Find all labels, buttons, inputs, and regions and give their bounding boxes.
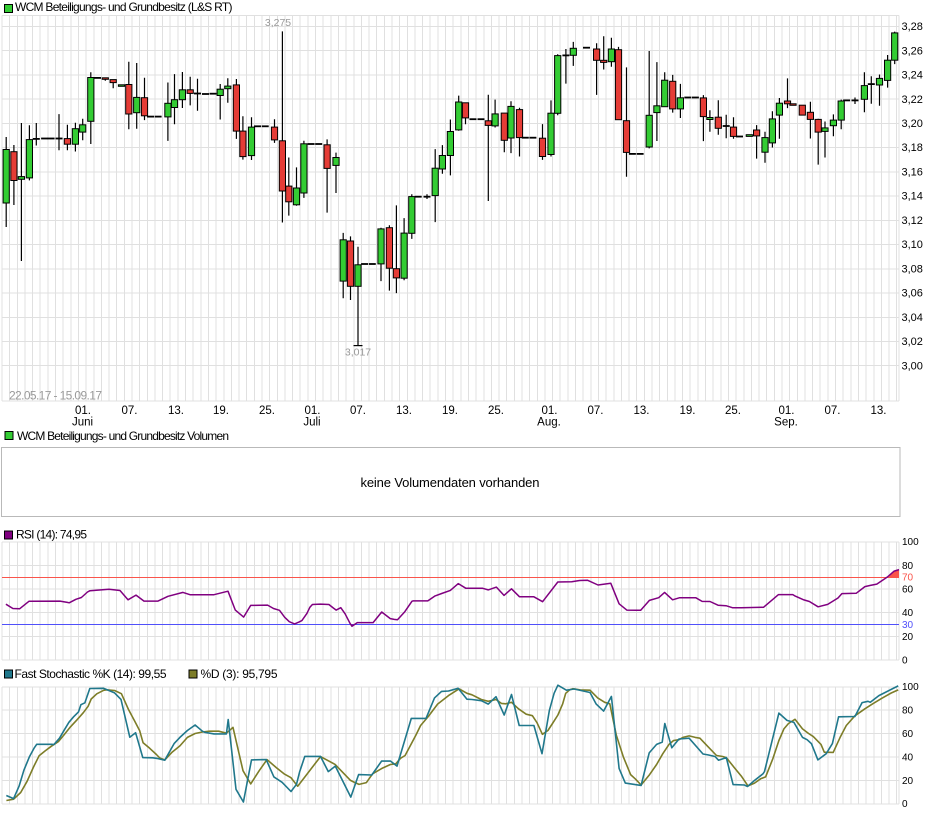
svg-text:3,02: 3,02 <box>902 336 923 348</box>
svg-text:20: 20 <box>902 776 914 787</box>
svg-text:13.: 13. <box>396 405 412 417</box>
svg-text:60: 60 <box>902 585 914 596</box>
svg-text:3,08: 3,08 <box>902 263 923 275</box>
svg-text:07.: 07. <box>122 405 138 417</box>
svg-text:Juni: Juni <box>72 417 93 429</box>
svg-text:Fast Stochastic %K (14): 99,55: Fast Stochastic %K (14): 99,55 <box>15 667 167 681</box>
svg-text:WCM Beteiligungs- und Grundbes: WCM Beteiligungs- und Grundbesitz (L&S R… <box>15 0 233 14</box>
svg-text:3,28: 3,28 <box>902 21 923 33</box>
svg-text:25.: 25. <box>488 405 504 417</box>
svg-text:19.: 19. <box>213 405 229 417</box>
svg-text:3,017: 3,017 <box>345 347 371 359</box>
svg-text:3,275: 3,275 <box>265 17 291 29</box>
svg-text:07.: 07. <box>588 405 604 417</box>
svg-text:%D (3): 95,795: %D (3): 95,795 <box>201 667 278 681</box>
svg-text:3,00: 3,00 <box>902 360 923 372</box>
svg-text:13.: 13. <box>168 405 184 417</box>
svg-text:3,06: 3,06 <box>902 288 923 300</box>
svg-text:100: 100 <box>902 537 919 548</box>
svg-text:60: 60 <box>902 729 914 740</box>
svg-text:3,22: 3,22 <box>902 94 923 106</box>
svg-text:Sep.: Sep. <box>774 417 798 429</box>
svg-text:25.: 25. <box>725 405 741 417</box>
svg-text:01.: 01. <box>305 405 321 417</box>
svg-text:keine Volumendaten vorhanden: keine Volumendaten vorhanden <box>361 475 540 490</box>
svg-text:01.: 01. <box>779 405 795 417</box>
svg-text:19.: 19. <box>680 405 696 417</box>
svg-text:3,24: 3,24 <box>902 70 923 82</box>
svg-text:40: 40 <box>902 752 914 763</box>
svg-text:100: 100 <box>902 682 919 693</box>
svg-text:22.05.17 - 15.09.17: 22.05.17 - 15.09.17 <box>9 389 102 403</box>
svg-text:40: 40 <box>902 608 914 619</box>
svg-text:Aug.: Aug. <box>537 417 561 429</box>
svg-text:25.: 25. <box>259 405 275 417</box>
svg-text:20: 20 <box>902 632 914 643</box>
svg-text:80: 80 <box>902 561 914 572</box>
svg-text:13.: 13. <box>871 405 887 417</box>
svg-text:3,26: 3,26 <box>902 45 923 57</box>
svg-text:RSI (14): 74,95: RSI (14): 74,95 <box>16 528 87 542</box>
svg-text:13.: 13. <box>634 405 650 417</box>
svg-text:01.: 01. <box>75 405 91 417</box>
svg-text:3,18: 3,18 <box>902 142 923 154</box>
svg-text:30: 30 <box>902 620 914 631</box>
svg-text:07.: 07. <box>825 405 841 417</box>
svg-text:80: 80 <box>902 706 914 717</box>
svg-text:Juli: Juli <box>303 417 320 429</box>
svg-text:01.: 01. <box>542 405 558 417</box>
svg-text:3,20: 3,20 <box>902 118 923 130</box>
svg-text:3,16: 3,16 <box>902 167 923 179</box>
svg-text:3,12: 3,12 <box>902 215 923 227</box>
svg-text:70: 70 <box>902 573 914 584</box>
svg-text:3,04: 3,04 <box>902 312 923 324</box>
svg-text:WCM Beteiligungs- und Grundbes: WCM Beteiligungs- und Grundbesitz Volume… <box>17 429 229 443</box>
svg-text:19.: 19. <box>442 405 458 417</box>
svg-text:0: 0 <box>902 799 908 810</box>
svg-text:07.: 07. <box>350 405 366 417</box>
svg-text:0: 0 <box>902 655 908 666</box>
svg-text:3,10: 3,10 <box>902 239 923 251</box>
svg-text:3,14: 3,14 <box>902 191 923 203</box>
